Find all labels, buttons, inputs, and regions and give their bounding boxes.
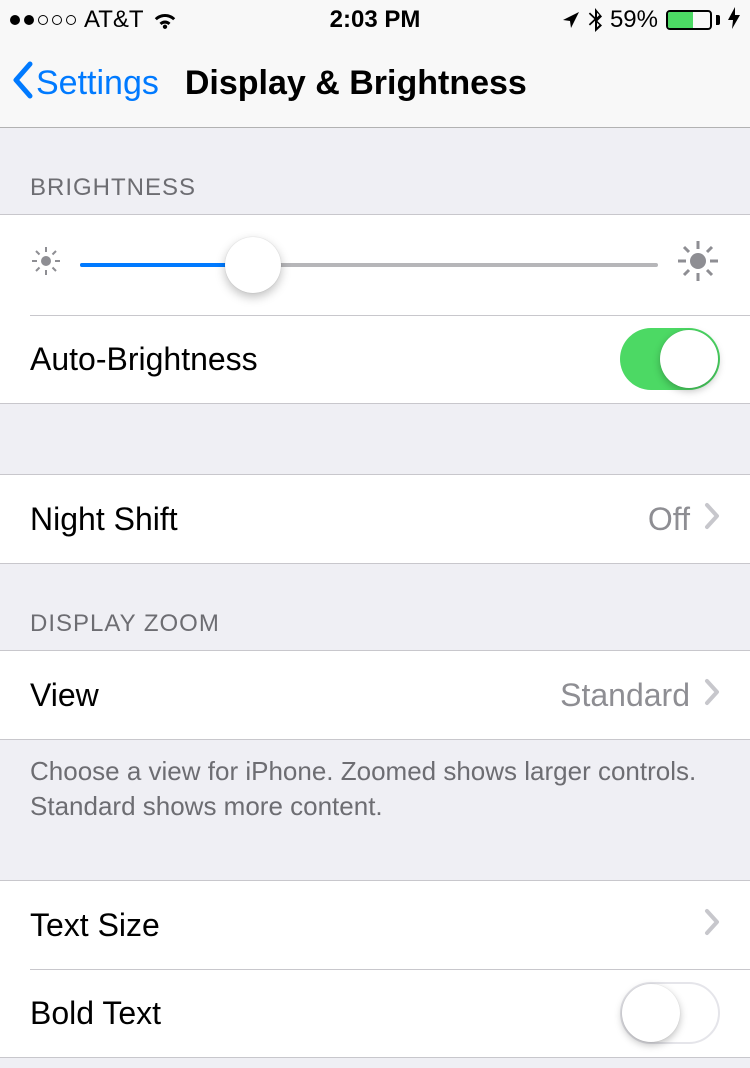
text-size-row[interactable]: Text Size bbox=[0, 881, 750, 969]
section-header-display-zoom: DISPLAY ZOOM bbox=[0, 564, 750, 650]
chevron-left-icon bbox=[10, 60, 34, 108]
status-right: 59% bbox=[562, 6, 740, 34]
bluetooth-icon bbox=[588, 8, 602, 32]
page-title: Display & Brightness bbox=[159, 64, 527, 103]
group-night-shift: Night Shift Off bbox=[0, 474, 750, 564]
group-display-zoom: View Standard bbox=[0, 650, 750, 740]
auto-brightness-row: Auto-Brightness bbox=[0, 315, 750, 403]
brightness-slider[interactable] bbox=[80, 263, 658, 267]
brightness-slider-row bbox=[0, 215, 750, 315]
display-zoom-footer: Choose a view for iPhone. Zoomed shows l… bbox=[0, 740, 750, 834]
charging-icon bbox=[728, 7, 740, 33]
auto-brightness-label: Auto-Brightness bbox=[30, 341, 620, 378]
group-brightness: Auto-Brightness bbox=[0, 214, 750, 404]
view-label: View bbox=[30, 677, 560, 714]
text-size-label: Text Size bbox=[30, 907, 704, 944]
location-arrow-icon bbox=[562, 11, 580, 29]
bold-text-row: Bold Text bbox=[0, 969, 750, 1057]
nav-bar: Settings Display & Brightness bbox=[0, 40, 750, 128]
content: BRIGHTNESS Auto-Brightness Night bbox=[0, 128, 750, 1058]
slider-thumb[interactable] bbox=[225, 237, 281, 293]
bold-text-label: Bold Text bbox=[30, 995, 620, 1032]
night-shift-row[interactable]: Night Shift Off bbox=[0, 475, 750, 563]
status-bar: AT&T 2:03 PM 59% bbox=[0, 0, 750, 40]
chevron-right-icon bbox=[704, 500, 720, 539]
battery-percent: 59% bbox=[610, 6, 658, 34]
status-left: AT&T bbox=[10, 6, 178, 34]
auto-brightness-switch[interactable] bbox=[620, 328, 720, 390]
battery-icon bbox=[666, 10, 720, 30]
carrier-label: AT&T bbox=[84, 6, 144, 34]
chevron-right-icon bbox=[704, 676, 720, 715]
wifi-icon bbox=[152, 10, 178, 30]
view-row[interactable]: View Standard bbox=[0, 651, 750, 739]
signal-strength-icon bbox=[10, 15, 76, 25]
sun-min-icon bbox=[30, 245, 62, 285]
view-value: Standard bbox=[560, 677, 690, 714]
back-label: Settings bbox=[36, 64, 159, 103]
back-button[interactable]: Settings bbox=[0, 60, 159, 108]
night-shift-label: Night Shift bbox=[30, 501, 648, 538]
night-shift-value: Off bbox=[648, 501, 690, 538]
chevron-right-icon bbox=[704, 906, 720, 945]
group-text: Text Size Bold Text bbox=[0, 880, 750, 1058]
section-header-brightness: BRIGHTNESS bbox=[0, 128, 750, 214]
sun-max-icon bbox=[676, 239, 720, 291]
bold-text-switch[interactable] bbox=[620, 982, 720, 1044]
